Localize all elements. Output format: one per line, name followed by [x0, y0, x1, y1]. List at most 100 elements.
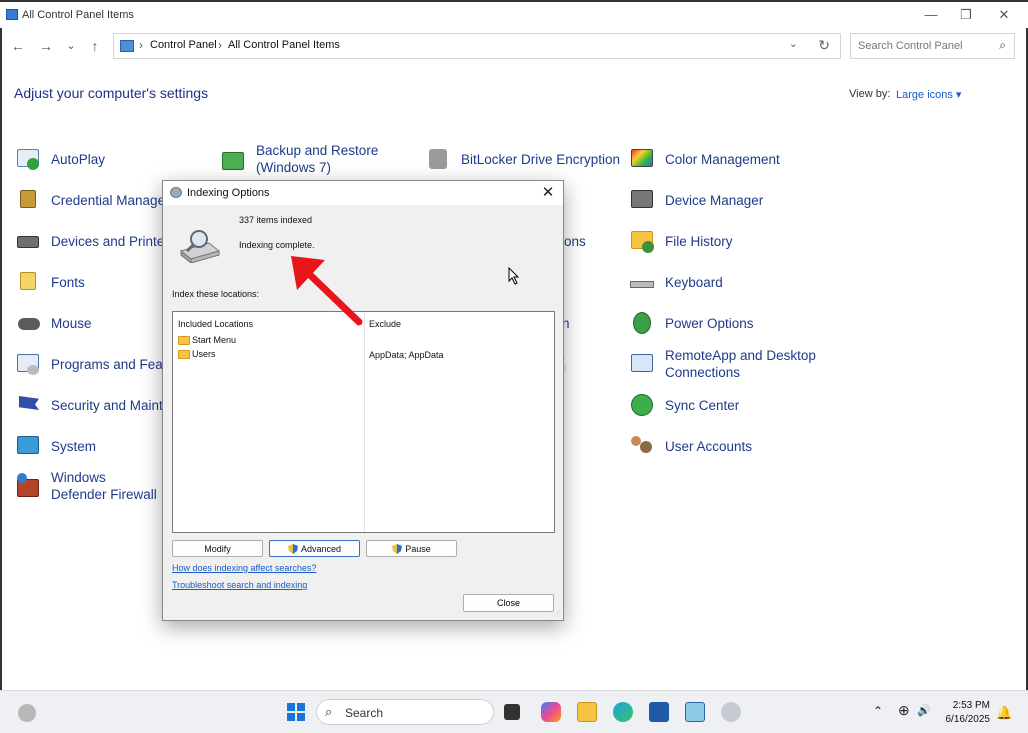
address-bar[interactable]: › Control Panel › All Control Panel Item… — [113, 33, 841, 59]
widgets-icon[interactable] — [18, 704, 36, 722]
items-indexed-count: 337 items indexed — [239, 215, 313, 225]
annotation-arrow — [291, 256, 363, 326]
uac-shield-icon — [287, 543, 298, 554]
dialog-titlebar: Indexing Options ✕ — [163, 181, 563, 205]
credential-manager-icon — [15, 187, 41, 213]
uac-shield-icon — [392, 543, 403, 554]
breadcrumb-separator: › — [218, 38, 222, 52]
view-by-label: View by: — [849, 88, 891, 100]
search-control-panel-input[interactable]: Search Control Panel ⌕ — [850, 33, 1015, 59]
back-button[interactable]: ← — [8, 36, 28, 56]
indexing-options-dialog: Indexing Options ✕ 337 items indexed Ind… — [162, 180, 564, 621]
item-user-accounts[interactable]: User Accounts — [629, 428, 752, 464]
copilot-icon[interactable] — [541, 702, 561, 722]
control-panel-icon — [120, 40, 134, 52]
link-troubleshoot-indexing[interactable]: Troubleshoot search and indexing — [172, 580, 307, 590]
modify-button[interactable]: Modify — [172, 540, 263, 557]
item-bitlocker[interactable]: BitLocker Drive Encryption — [425, 141, 620, 177]
close-window-button[interactable]: ✕ — [989, 6, 1019, 26]
up-button[interactable]: ↑ — [85, 36, 105, 56]
item-mouse[interactable]: Mouse — [15, 305, 92, 341]
item-power-options[interactable]: Power Options — [629, 305, 754, 341]
item-autoplay[interactable]: AutoPlay — [15, 141, 105, 177]
mouse-cursor-icon — [508, 267, 520, 285]
recent-locations-button[interactable]: ⌄ — [61, 36, 81, 56]
indexing-drive-icon — [179, 230, 221, 263]
forward-button[interactable]: → — [36, 36, 56, 56]
programs-icon — [15, 351, 41, 377]
clock[interactable]: 2:53 PM 6/16/2025 — [942, 699, 991, 727]
autoplay-icon — [15, 146, 41, 172]
location-row[interactable]: Start Menu — [178, 335, 236, 345]
item-sync-center[interactable]: Sync Center — [629, 387, 739, 423]
remoteapp-icon — [629, 351, 655, 377]
fonts-icon — [15, 269, 41, 295]
address-dropdown-button[interactable]: ⌄ — [789, 37, 798, 50]
show-hidden-icons-button[interactable]: ⌃ — [873, 704, 883, 718]
taskbar: ⌕ Search ⌃ ⊕ 🔊 2:53 PM 6/16/2025 🔔 — [0, 690, 1028, 733]
item-remoteapp[interactable]: RemoteApp and Desktop Connections — [629, 346, 829, 382]
resize-grip[interactable]: ⋰ — [554, 610, 561, 618]
clock-time: 2:53 PM — [952, 700, 990, 711]
item-devices-printers[interactable]: Devices and Printers — [15, 223, 176, 259]
location-row[interactable]: Users — [178, 349, 216, 359]
item-fonts[interactable]: Fonts — [15, 264, 85, 300]
sync-center-icon — [629, 392, 655, 418]
indexing-options-icon — [170, 187, 182, 198]
item-system[interactable]: System — [15, 428, 96, 464]
folder-icon — [178, 335, 190, 345]
breadcrumb-control-panel[interactable]: Control Panel — [150, 39, 217, 51]
link-indexing-affect-searches[interactable]: How does indexing affect searches? — [172, 563, 316, 573]
taskbar-search-text: Search — [345, 706, 384, 720]
advanced-button[interactable]: Advanced — [269, 540, 360, 557]
clock-date: 6/16/2025 — [945, 714, 991, 725]
item-file-history[interactable]: File History — [629, 223, 733, 259]
store-icon[interactable] — [649, 702, 669, 722]
item-color-management[interactable]: Color Management — [629, 141, 780, 177]
window-border-left — [0, 0, 2, 733]
refresh-button[interactable]: ↻ — [818, 37, 830, 54]
header-included-locations: Included Locations — [178, 319, 254, 329]
item-credential-manager[interactable]: Credential Manager — [15, 182, 170, 218]
indexing-options-taskbar-icon[interactable] — [721, 702, 741, 722]
dialog-close-icon[interactable]: ✕ — [539, 183, 557, 201]
locations-table[interactable]: Included Locations Exclude Start Menu Us… — [172, 311, 555, 533]
item-device-manager[interactable]: Device Manager — [629, 182, 763, 218]
minimize-button[interactable]: — — [916, 6, 946, 26]
file-explorer-icon[interactable] — [577, 702, 597, 722]
notification-bell-icon[interactable]: 🔔 — [996, 705, 1012, 721]
keyboard-icon — [629, 269, 655, 295]
search-placeholder: Search Control Panel — [858, 40, 963, 52]
item-windows-defender-firewall[interactable]: Windows Defender Firewall — [15, 468, 165, 504]
item-security-maintenance[interactable]: Security and Mainte — [15, 387, 170, 423]
control-panel-taskbar-icon[interactable] — [685, 702, 705, 722]
search-icon: ⌕ — [999, 38, 1006, 52]
breadcrumb-all-items[interactable]: All Control Panel Items — [228, 39, 340, 51]
file-history-icon — [629, 228, 655, 254]
network-icon[interactable]: ⊕ — [898, 702, 910, 719]
color-management-icon — [629, 146, 655, 172]
edge-browser-icon[interactable] — [613, 702, 633, 722]
indexing-status: Indexing complete. — [239, 240, 315, 250]
index-locations-label: Index these locations: — [172, 289, 260, 299]
volume-icon[interactable]: 🔊 — [917, 704, 931, 717]
item-backup-restore[interactable]: Backup and Restore (Windows 7) — [220, 141, 390, 177]
item-keyboard[interactable]: Keyboard — [629, 264, 723, 300]
folder-icon — [178, 349, 190, 359]
dialog-close-button[interactable]: Close — [463, 594, 554, 612]
exclude-users-value: AppData; AppData — [369, 350, 444, 360]
item-programs-features[interactable]: Programs and Featu — [15, 346, 174, 382]
start-button[interactable] — [287, 703, 305, 721]
view-by-dropdown[interactable]: Large icons ▾ — [896, 88, 961, 101]
pause-button[interactable]: Pause — [366, 540, 457, 557]
taskbar-search-box[interactable]: ⌕ Search — [316, 699, 494, 725]
system-icon — [15, 433, 41, 459]
power-options-icon — [629, 310, 655, 336]
device-manager-icon — [629, 187, 655, 213]
mouse-icon — [15, 310, 41, 336]
restore-button[interactable]: ❐ — [951, 6, 981, 26]
flag-icon — [15, 392, 41, 418]
item-partial-options[interactable]: ons — [564, 223, 586, 259]
printer-icon — [15, 228, 41, 254]
task-view-icon[interactable] — [504, 704, 520, 720]
